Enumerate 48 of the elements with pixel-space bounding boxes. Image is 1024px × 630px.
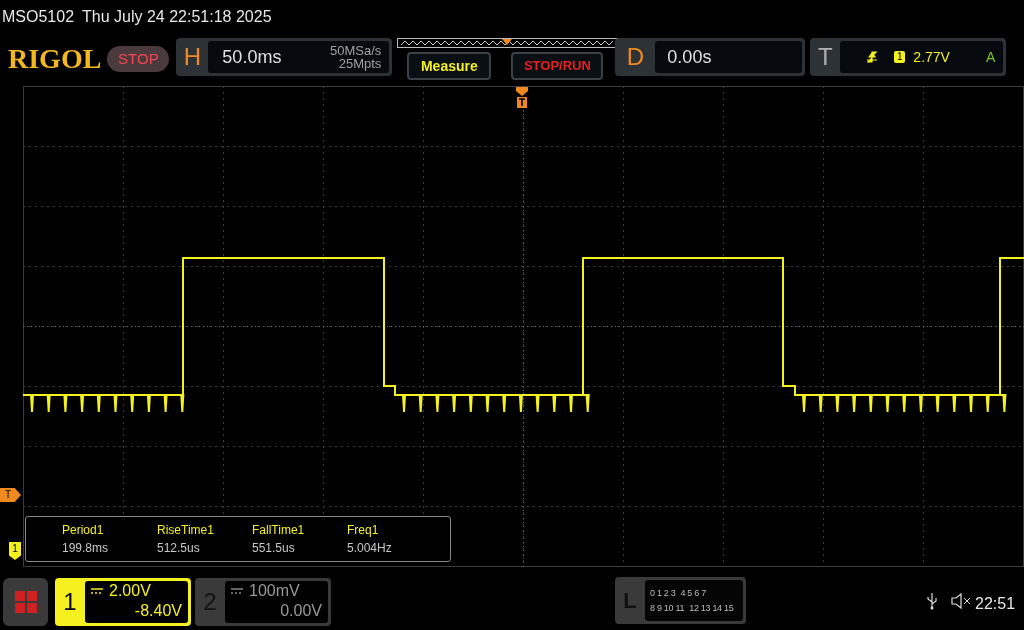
logic-channel-numbers: 12 13 14 15 [689, 601, 734, 615]
sample-rate: 50MSa/s [330, 44, 382, 57]
timebase-value: 50.0ms [222, 45, 282, 69]
measurement-name: Freq1 [347, 522, 380, 539]
trigger-panel[interactable]: T 1 2.77V A [810, 38, 1007, 76]
vertical-offset: 0.00V [280, 601, 322, 621]
channel-marker: 1 [9, 542, 21, 560]
trigger-position-marker-icon [516, 87, 528, 109]
trigger-mode: A [986, 47, 996, 67]
logic-channel-numbers: 0 1 2 3 [650, 586, 676, 600]
channel-number: 1 [62, 587, 78, 617]
measurement-value: 5.004Hz [347, 540, 393, 557]
delay-value: 0.00s [667, 45, 712, 69]
horizontal-panel[interactable]: H 50.0ms 50MSa/s 25Mpts [176, 38, 393, 76]
menu-button[interactable] [3, 578, 48, 626]
clock-time: 22:51 [975, 594, 1016, 614]
measurement-name: Period1 [62, 522, 105, 539]
trigger-label: T [817, 42, 834, 72]
date-time: Thu July 24 22:51:18 2025 [82, 7, 272, 27]
measurement-name: FallTime1 [252, 522, 306, 539]
channel-panel[interactable]: 1 2.00V -8.40V [55, 578, 191, 626]
usb-icon [927, 592, 937, 610]
measurement-value: 199.8ms [62, 540, 110, 557]
run-state-indicator: STOP [107, 46, 170, 72]
dc-coupling-icon [231, 588, 243, 594]
horizontal-label: H [182, 42, 203, 72]
memory-depth: 25Mpts [338, 57, 382, 70]
delay-label: D [625, 42, 646, 72]
trigger-level-value: 2.77V [913, 47, 950, 67]
stop-run-button[interactable]: STOP/RUN [511, 52, 604, 80]
rising-edge-icon [866, 51, 879, 63]
measurement-value: 551.5us [252, 540, 296, 557]
trigger-level-marker: T [0, 488, 21, 502]
model-name: MSO5102 [2, 7, 75, 27]
dc-coupling-icon [91, 588, 103, 594]
logic-channel-numbers: 4 5 6 7 [680, 586, 706, 600]
measure-button[interactable]: Measure [407, 52, 492, 80]
muted-speaker-icon [951, 593, 971, 609]
measurement-value: 512.5us [157, 540, 201, 557]
trigger-source-badge: 1 [894, 51, 906, 63]
delay-panel[interactable]: D 0.00s [615, 38, 806, 76]
grid-menu-icon [14, 591, 37, 613]
logic-channel-numbers: 8 9 10 11 [650, 601, 685, 615]
vertical-scale: 2.00V [109, 581, 151, 601]
vertical-offset: -8.40V [134, 601, 182, 621]
brand-logo: RIGOL [8, 44, 102, 74]
measurement-name: RiseTime1 [157, 522, 215, 539]
vertical-scale: 100mV [249, 581, 300, 601]
